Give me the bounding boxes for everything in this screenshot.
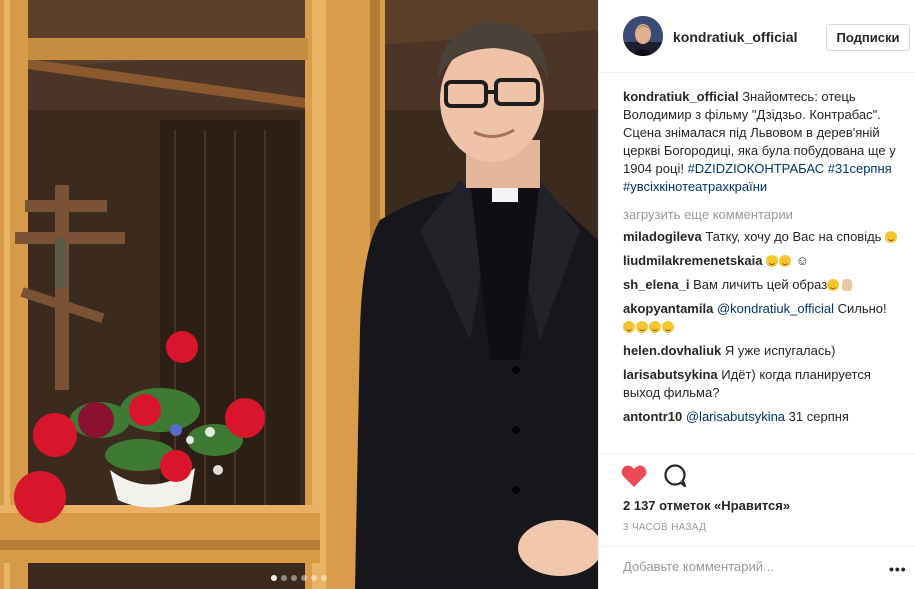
comment-bubble-icon[interactable] [663, 464, 687, 493]
smile-emoji-icon [827, 279, 840, 291]
add-comment-row: ••• [599, 546, 915, 589]
add-comment-input[interactable] [623, 559, 873, 574]
thumbs-up-icon [842, 279, 853, 291]
list-item: antontr10 @larisabutsykina 31 серпня [623, 408, 903, 426]
list-item: miladogileva Татку, хочу до Вас на спові… [623, 228, 903, 246]
carousel-dot[interactable] [271, 575, 277, 581]
comment-text: Вам личить цей образ [693, 277, 828, 292]
comment-username[interactable]: liudmilakremenetskaia [623, 253, 762, 268]
smile-emoji-icon [649, 321, 661, 333]
post-timestamp[interactable]: 3 ЧАСОВ НАЗАД [623, 522, 706, 533]
carousel-dot[interactable] [281, 575, 287, 581]
list-item: helen.dovhaliuk Я уже испугалась) [623, 342, 903, 360]
comments-list[interactable]: kondratiuk_official Знайомтесь: отець Во… [623, 88, 903, 453]
comment-text: Сильно! [837, 301, 887, 316]
comment-username[interactable]: antontr10 [623, 409, 682, 424]
caption-username[interactable]: kondratiuk_official [623, 89, 739, 104]
comment-username[interactable]: miladogileva [623, 229, 702, 244]
list-item: larisabutsykina Идёт) когда планируется … [623, 366, 903, 402]
mention[interactable]: @kondratiuk_official [717, 301, 834, 316]
post-username[interactable]: kondratiuk_official [673, 29, 797, 45]
more-options-icon[interactable]: ••• [889, 561, 907, 577]
load-more-comments[interactable]: загрузить еще комментарии [623, 206, 903, 224]
smile-emoji-icon [636, 321, 648, 333]
carousel-dot[interactable] [301, 575, 307, 581]
hashtag[interactable]: #увсіхкінотеатрахкраїни [623, 179, 767, 194]
post-sidebar: kondratiuk_official Подписки kondratiuk_… [598, 0, 915, 589]
comment-username[interactable]: helen.dovhaliuk [623, 343, 721, 358]
carousel-indicator [0, 575, 598, 581]
likes-count[interactable]: 2 137 отметок «Нравится» [623, 498, 790, 513]
heart-icon[interactable] [621, 464, 647, 493]
comment-text: Татку, хочу до Вас на сповідь [705, 229, 882, 244]
comment-username[interactable]: sh_elena_i [623, 277, 690, 292]
comment-text: 31 серпня [788, 409, 849, 424]
smile-emoji-icon [766, 255, 779, 267]
following-button[interactable]: Подписки [826, 24, 910, 51]
list-item: liudmilakremenetskaia ☺ [623, 252, 903, 270]
list-item: sh_elena_i Вам личить цей образ [623, 276, 903, 294]
caption: kondratiuk_official Знайомтесь: отець Во… [623, 88, 903, 196]
post-actions-area: 2 137 отметок «Нравится» 3 ЧАСОВ НАЗАД •… [599, 453, 915, 589]
comment-text: Я уже испугалась) [724, 343, 836, 358]
hashtag[interactable]: #31серпня [828, 161, 892, 176]
action-bar [621, 464, 687, 493]
carousel-dot[interactable] [291, 575, 297, 581]
comment-username[interactable]: akopyantamila [623, 301, 713, 316]
smile-emoji-icon [623, 321, 635, 333]
hashtag[interactable]: #DZIDZIOКОНТРАБАС [688, 161, 825, 176]
comment-username[interactable]: larisabutsykina [623, 367, 718, 382]
avatar[interactable] [623, 16, 663, 56]
post-photo[interactable] [0, 0, 598, 589]
smile-emoji-icon [779, 255, 792, 267]
list-item: akopyantamila @kondratiuk_official Сильн… [623, 300, 903, 336]
carousel-dot[interactable] [311, 575, 317, 581]
carousel-dot[interactable] [321, 575, 327, 581]
post-header: kondratiuk_official Подписки [599, 0, 915, 73]
smile-emoji-icon [662, 321, 674, 333]
comment-symbol: ☺ [795, 253, 809, 268]
photo-image [0, 0, 598, 589]
mention[interactable]: @larisabutsykina [686, 409, 785, 424]
smile-emoji-icon [885, 231, 898, 243]
